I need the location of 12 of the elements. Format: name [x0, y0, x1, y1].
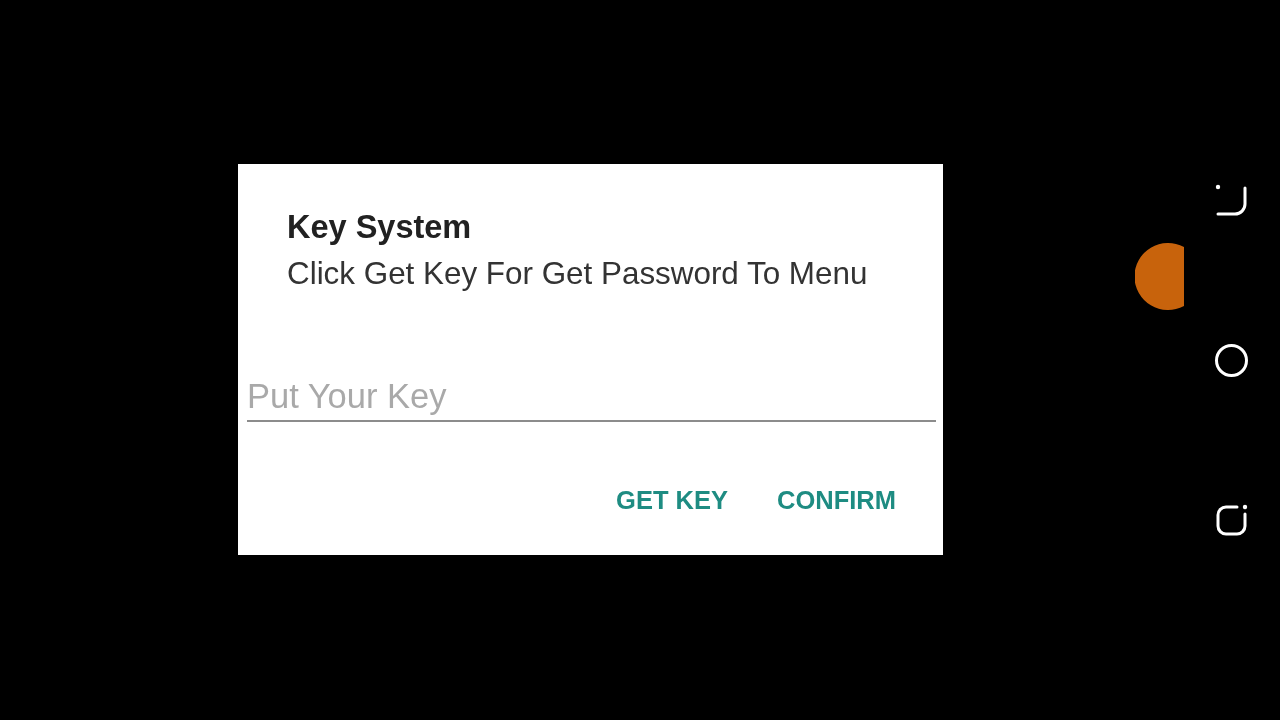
recording-bubble-icon[interactable] — [1135, 243, 1184, 310]
dialog-button[interactable]: CONFIRM — [769, 476, 904, 524]
home-icon — [1215, 343, 1248, 377]
key-input-field[interactable]: Put Your Key — [247, 372, 936, 422]
recent-apps-icon — [1215, 503, 1248, 537]
dialog-message: Click Get Key For Get Password To Menu — [287, 257, 869, 291]
back-nav-button[interactable] — [1215, 183, 1248, 217]
back-icon — [1215, 183, 1248, 217]
home-nav-button[interactable] — [1215, 343, 1248, 377]
dialog-title: Key System — [287, 209, 473, 245]
dialog-button[interactable]: GET KEY — [608, 476, 736, 524]
recents-nav-button[interactable] — [1215, 503, 1248, 537]
